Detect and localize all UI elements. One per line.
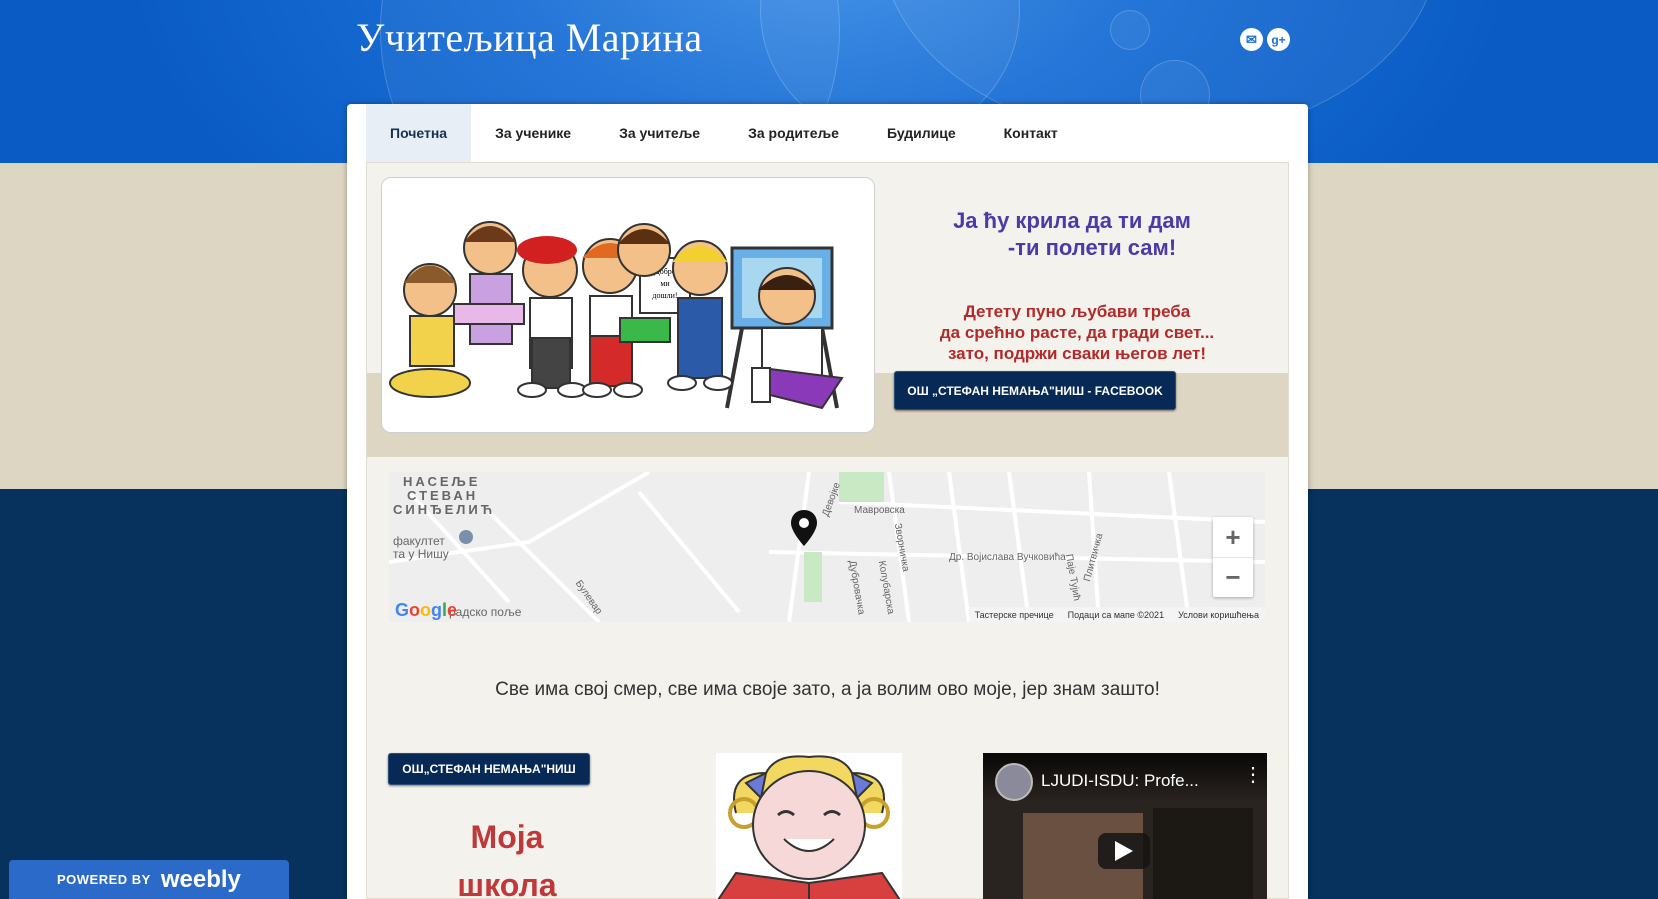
slogan-heading: Ја ћу крила да ти дам -ти полети сам! xyxy=(897,207,1247,261)
map-data-text: Подаци са мапе ©2021 xyxy=(1067,609,1165,620)
map-label-vojislava: Др. Војислава Вучковића xyxy=(949,552,1066,563)
zoom-in-button[interactable]: + xyxy=(1213,517,1253,557)
nav-item-home[interactable]: Почетна xyxy=(366,104,472,162)
nav-item-students[interactable]: За ученике xyxy=(471,104,595,162)
site-title[interactable]: Учитељица Марина xyxy=(356,14,703,61)
play-icon xyxy=(1115,841,1133,861)
weebly-logo: weebly xyxy=(160,865,241,893)
google-plus-icon[interactable]: g+ xyxy=(1267,28,1290,51)
envelope-icon[interactable]: ✉ xyxy=(1240,28,1263,51)
map-pin-icon[interactable] xyxy=(791,510,817,546)
girl-illustration xyxy=(717,755,901,899)
nav-item-contact[interactable]: Контакт xyxy=(980,104,1082,162)
nav-item-parents[interactable]: За родитеље xyxy=(724,104,863,162)
facebook-button[interactable]: ОШ „СТЕФАН НЕМАЊА"НИШ - FACEBOOK xyxy=(894,371,1176,410)
kids-illustration: Добро ми дошли! xyxy=(389,221,844,410)
map-footer: Тастерске пречице Подаци са мапе ©2021 У… xyxy=(968,607,1265,622)
map-label-faculty-2: та у Нишу xyxy=(393,547,449,561)
map-label-area-1: НАСЕЉЕ xyxy=(403,474,481,489)
map-label-area-2: СТЕВАН xyxy=(407,488,479,503)
svg-text:дошли!: дошли! xyxy=(652,291,677,300)
video-thumbnail-person-2 xyxy=(1153,808,1253,899)
slogan-message: Детету пуно љубави треба да срећно расте… xyxy=(887,301,1267,364)
video-title[interactable]: LJUDI-ISDU: Profe... xyxy=(1041,771,1199,791)
google-logo: Google xyxy=(395,600,458,620)
school-title: Моја школа xyxy=(407,813,607,899)
slogan-line-1: Ја ћу крила да ти дам xyxy=(953,208,1191,233)
school-title-line-1: Моја xyxy=(470,819,544,855)
motto-text: Све има свој смер, све има своје зато, а… xyxy=(495,679,1160,700)
map-zoom-control: + − xyxy=(1213,517,1253,597)
message-line-1: Детету пуно љубави треба xyxy=(963,302,1191,321)
school-title-line-2: школа xyxy=(457,867,557,899)
play-button[interactable] xyxy=(1098,833,1150,869)
envelope-glyph: ✉ xyxy=(1246,31,1257,47)
nav-item-budilice[interactable]: Будилице xyxy=(863,104,980,162)
svg-text:ми: ми xyxy=(660,279,670,288)
message-line-2: да срећно расте, да гради свет... xyxy=(939,323,1215,342)
map-embed[interactable]: НАСЕЉЕ СТЕВАН СИНЂЕЛИЋ факултет та у Ниш… xyxy=(389,472,1265,622)
page-content: Добро ми дошли! Ја ћу крила да ти дам -т… xyxy=(366,162,1289,899)
main-container: Почетна За ученике За учитеље За родитељ… xyxy=(347,104,1308,899)
map-label-grad: радско поље xyxy=(449,605,522,619)
map-label-mavrovska: Мавровска xyxy=(854,505,905,516)
channel-avatar[interactable] xyxy=(995,763,1033,801)
social-icons: ✉ g+ xyxy=(1240,28,1290,51)
weebly-badge[interactable]: POWERED BY weebly xyxy=(9,860,289,899)
video-embed[interactable]: LJUDI-ISDU: Profe... ⋮ xyxy=(983,753,1267,899)
slogan-line-2: -ти полети сам! xyxy=(1007,235,1177,260)
map-label-faculty-1: факултет xyxy=(393,534,445,548)
google-plus-glyph: g+ xyxy=(1271,32,1286,47)
weebly-powered-text: POWERED BY xyxy=(57,872,151,887)
zoom-out-button[interactable]: − xyxy=(1213,557,1253,597)
message-line-3: зато, подржи сваки његов лет! xyxy=(947,344,1207,363)
school-button[interactable]: ОШ„СТЕФАН НЕМАЊА"НИШ xyxy=(388,753,590,785)
map-shortcuts-link[interactable]: Тастерске пречице xyxy=(975,610,1054,620)
nav-item-teachers[interactable]: За учитеље xyxy=(595,104,724,162)
map-terms-link[interactable]: Услови коришћења xyxy=(1178,610,1259,620)
map-label-area-3: СИНЂЕЛИЋ xyxy=(393,502,496,517)
video-menu-icon[interactable]: ⋮ xyxy=(1243,765,1263,785)
hero-kids-image: Добро ми дошли! xyxy=(381,177,875,433)
girl-reading-image xyxy=(716,753,902,899)
map-place-icon xyxy=(459,530,473,544)
main-nav: Почетна За ученике За учитеље За родитељ… xyxy=(366,104,1082,162)
